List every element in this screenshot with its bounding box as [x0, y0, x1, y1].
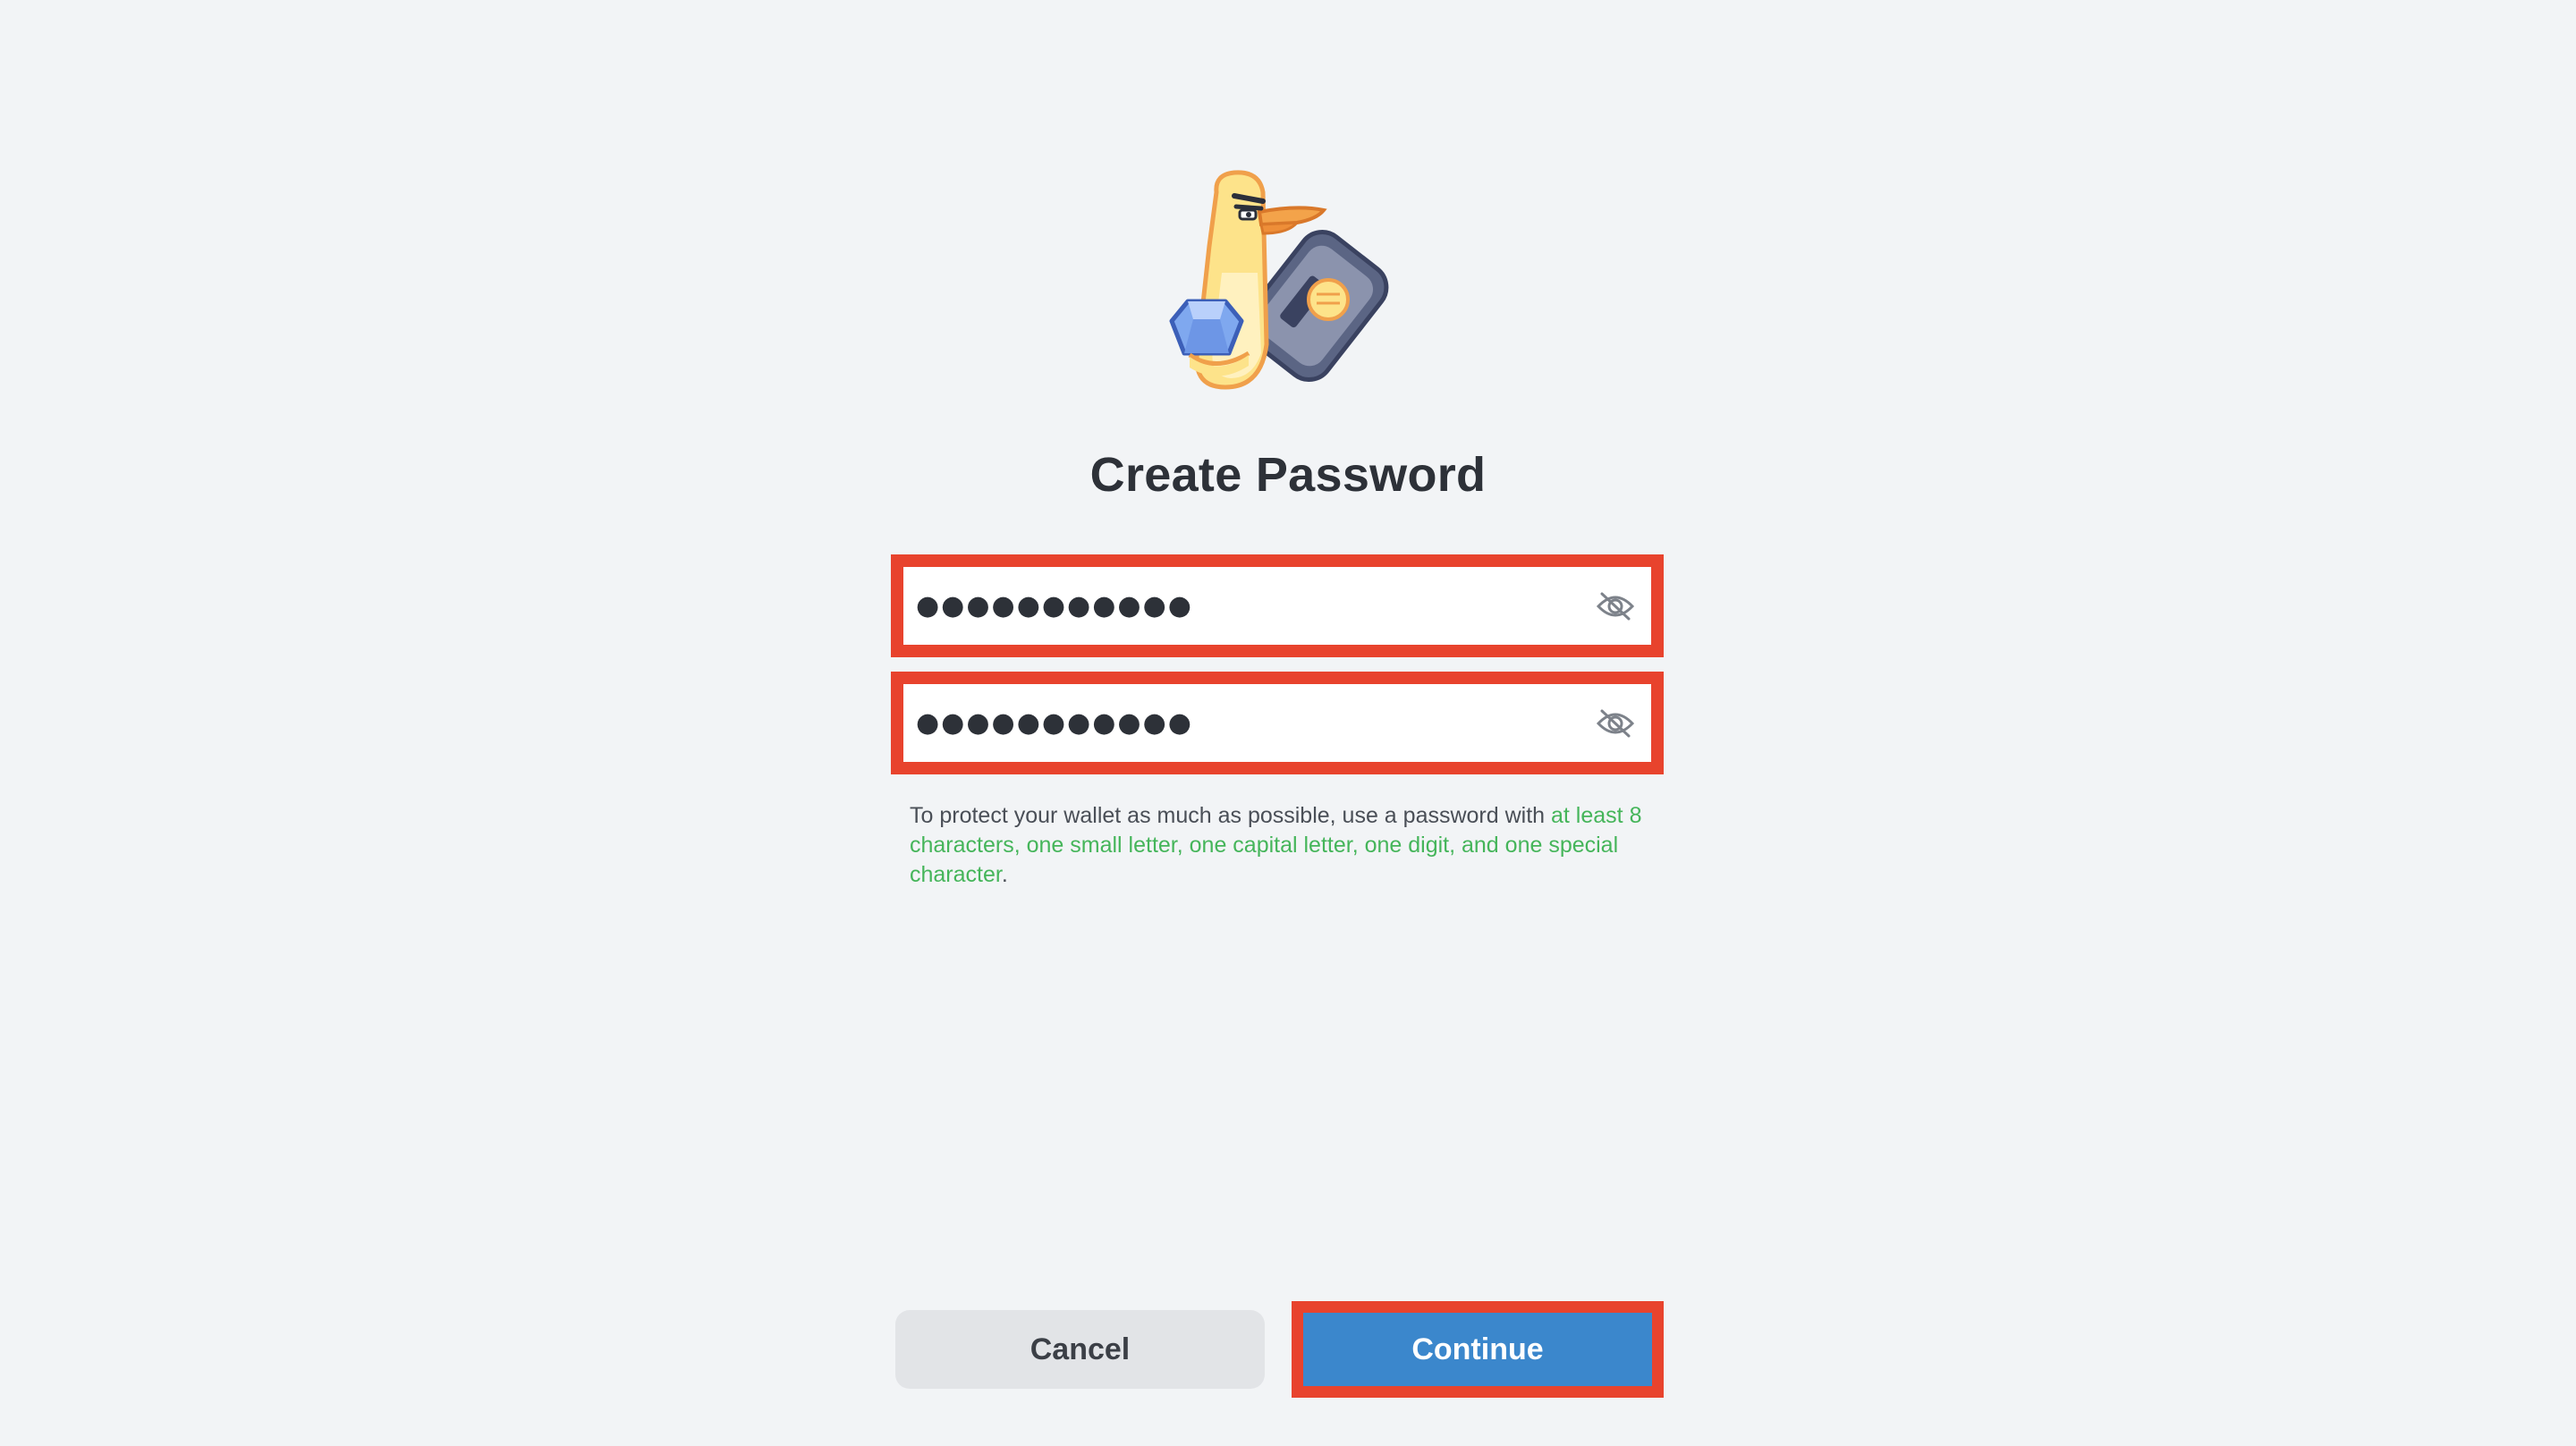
hint-suffix: .: [1001, 862, 1008, 887]
continue-button[interactable]: Continue: [1292, 1301, 1664, 1398]
create-password-screen: Create Password ●●●●●●●●●●● ●●●●●●●●●●● …: [0, 0, 2576, 1446]
eye-off-icon[interactable]: [1590, 581, 1640, 631]
cancel-button[interactable]: Cancel: [895, 1310, 1265, 1389]
page-title: Create Password: [1089, 448, 1487, 502]
eye-off-icon[interactable]: [1590, 698, 1640, 748]
duck-mascot-illustration: [1169, 170, 1389, 390]
hint-text: To protect your wallet as much as possib…: [910, 803, 1552, 828]
confirm-password-field[interactable]: [891, 672, 1664, 774]
password-requirements-hint: To protect your wallet as much as possib…: [910, 801, 1643, 890]
password-field[interactable]: [891, 554, 1664, 657]
password-input[interactable]: [916, 567, 1590, 645]
confirm-password-input[interactable]: [916, 684, 1590, 762]
